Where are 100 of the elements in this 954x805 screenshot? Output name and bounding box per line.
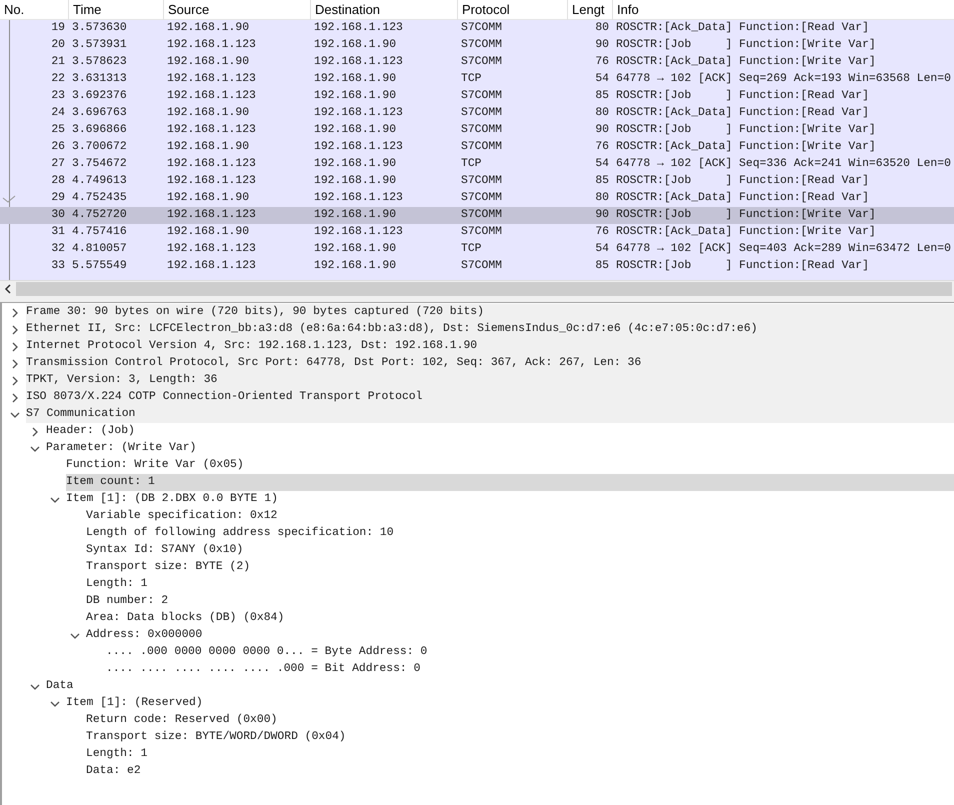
table-cell-text: 32: [50, 242, 66, 257]
tree-item[interactable]: TPKT, Version: 3, Length: 36: [26, 372, 954, 389]
tree-item[interactable]: Data: [46, 678, 954, 695]
table-cell-text: 3.573630: [71, 21, 128, 36]
packet-row[interactable]: 22 3.631313 192.168.1.123 192.168.1.90 TCP 54 64778 → 102 [ACK] Seq=269 Ack=193 Win=63568 Len=0: [0, 71, 954, 88]
tree-item[interactable]: Function: Write Var (0x05): [66, 457, 954, 474]
packet-row[interactable]: 31 4.757416 192.168.1.90 192.168.1.123 S7COMM 76 ROSCTR:[Ack_Data] Function:[Write Var]: [0, 224, 954, 241]
packet-row[interactable]: 28 4.749613 192.168.1.123 192.168.1.90 S7COMM 85 ROSCTR:[Job ] Function:[Read Var]: [0, 173, 954, 190]
tree-item[interactable]: Internet Protocol Version 4, Src: 192.168.1.123, Dst: 192.168.1.90: [26, 338, 954, 355]
tree-item[interactable]: DB number: 2: [86, 593, 954, 610]
table-cell-text: 80: [594, 191, 610, 206]
tree-item[interactable]: Area: Data blocks (DB) (0x84): [86, 610, 954, 627]
table-cell-text: 192.168.1.123: [166, 89, 257, 104]
chevron-down-icon[interactable]: [70, 630, 80, 640]
chevron-down-icon[interactable]: [50, 698, 60, 708]
table-cell-text: 192.168.1.90: [313, 259, 398, 274]
table-cell-text: 4.752435: [71, 191, 128, 206]
chevron-right-icon[interactable]: [10, 376, 20, 386]
tree-item[interactable]: .... .... .... .... .... .000 = Bit Address: 0: [106, 661, 954, 678]
table-cell-text: 192.168.1.123: [313, 225, 404, 240]
chevron-right-icon[interactable]: [30, 426, 40, 436]
table-cell-text: 28: [50, 174, 66, 189]
table-cell-text: 80: [594, 21, 610, 36]
table-cell-text: 85: [594, 89, 610, 104]
tree-item[interactable]: Transmission Control Protocol, Src Port: 64778, Dst Port: 102, Seq: 367, Ack: 267, Len: 36: [26, 355, 954, 372]
packet-row[interactable]: 29 4.752435 192.168.1.90 192.168.1.123 S7COMM 80 ROSCTR:[Ack_Data] Function:[Read Var]: [0, 190, 954, 207]
tree-item[interactable]: Length of following address specification: 10: [86, 525, 954, 542]
packet-row[interactable]: 27 3.754672 192.168.1.123 192.168.1.90 TCP 54 64778 → 102 [ACK] Seq=336 Ack=241 Win=63520 Len=0: [0, 156, 954, 173]
tree-item[interactable]: Header: (Job): [46, 423, 954, 440]
chevron-down-icon[interactable]: [10, 410, 20, 420]
table-cell-text: 85: [594, 259, 610, 274]
tree-item[interactable]: Length: 1: [86, 746, 954, 763]
chevron-down-icon[interactable]: [50, 494, 60, 504]
tree-item[interactable]: Variable specification: 0x12: [86, 508, 954, 525]
horizontal-scrollbar[interactable]: [0, 280, 954, 297]
tree-item[interactable]: Length: 1: [86, 576, 954, 593]
tree-item[interactable]: S7 Communication: [26, 406, 954, 423]
packet-row[interactable]: 33 5.575549 192.168.1.123 192.168.1.90 S7COMM 85 ROSCTR:[Job ] Function:[Read Var]: [0, 258, 954, 275]
table-cell-text: ROSCTR:[Ack_Data] Function:[Write Var]: [615, 224, 877, 240]
tree-item[interactable]: Return code: Reserved (0x00): [86, 712, 954, 729]
tree-item[interactable]: Ethernet II, Src: LCFCElectron_bb:a3:d8 (e8:6a:64:bb:a3:d8), Dst: SiemensIndus_0c:d7:e6 (4c:e7:05:0c:d7:e6): [26, 321, 954, 338]
scrollbar-thumb[interactable]: [16, 282, 952, 296]
packet-row[interactable]: 26 3.700672 192.168.1.90 192.168.1.123 S7COMM 76 ROSCTR:[Ack_Data] Function:[Write Var]: [0, 139, 954, 156]
table-cell-text: 192.168.1.90: [313, 123, 398, 138]
table-cell-text: S7COMM: [460, 123, 504, 138]
packet-row[interactable]: 30 4.752720 192.168.1.123 192.168.1.90 S7COMM 90 ROSCTR:[Job ] Function:[Write Var]: [0, 207, 954, 224]
tree-item[interactable]: Data: e2: [86, 763, 954, 780]
table-cell-text: 3.578623: [71, 55, 128, 70]
chevron-down-icon[interactable]: [30, 682, 40, 692]
chevron-down-icon[interactable]: [30, 444, 40, 454]
table-cell-text: 20: [50, 38, 66, 53]
packet-row[interactable]: 32 4.810057 192.168.1.123 192.168.1.90 TCP 54 64778 → 102 [ACK] Seq=403 Ack=289 Win=63472 Len=0: [0, 241, 954, 258]
tree-item[interactable]: Address: 0x000000: [86, 627, 954, 644]
table-cell-text: S7COMM: [460, 106, 504, 121]
table-cell-text: 76: [594, 140, 610, 155]
chevron-right-icon[interactable]: [10, 308, 20, 318]
table-cell-text: TCP: [460, 72, 483, 87]
table-cell-text: TCP: [460, 242, 483, 257]
table-cell-text: ROSCTR:[Ack_Data] Function:[Write Var]: [615, 54, 877, 70]
packet-row[interactable]: 21 3.578623 192.168.1.90 192.168.1.123 S7COMM 76 ROSCTR:[Ack_Data] Function:[Write Var]: [0, 54, 954, 71]
packet-row[interactable]: 20 3.573931 192.168.1.123 192.168.1.90 S7COMM 90 ROSCTR:[Job ] Function:[Write Var]: [0, 37, 954, 54]
packet-row[interactable]: 25 3.696866 192.168.1.123 192.168.1.90 S7COMM 90 ROSCTR:[Job ] Function:[Write Var]: [0, 122, 954, 139]
table-cell-text: 192.168.1.90: [166, 191, 250, 206]
table-cell-text: 22: [50, 72, 66, 87]
table-cell-text: S7COMM: [460, 140, 504, 155]
table-cell-text: 192.168.1.90: [166, 225, 250, 240]
tree-item[interactable]: Item [1]: (Reserved): [66, 695, 954, 712]
table-cell-text: 192.168.1.123: [313, 140, 404, 155]
tree-item[interactable]: Transport size: BYTE (2): [86, 559, 954, 576]
table-cell-text: ROSCTR:[Job ] Function:[Read Var]: [615, 174, 870, 189]
tree-item[interactable]: .... .000 0000 0000 0000 0... = Byte Address: 0: [106, 644, 954, 661]
tree-item[interactable]: Item [1]: (DB 2.DBX 0.0 BYTE 1): [66, 491, 954, 508]
table-cell-text: ROSCTR:[Job ] Function:[Read Var]: [615, 258, 870, 274]
table-cell-text: 64778 → 102 [ACK] Seq=403 Ack=289 Win=63472 Len=0: [615, 242, 952, 257]
tree-item[interactable]: Transport size: BYTE/WORD/DWORD (0x04): [86, 729, 954, 746]
table-cell-text: 192.168.1.90: [166, 140, 250, 155]
tree-item[interactable]: Parameter: (Write Var): [46, 440, 954, 457]
chevron-right-icon[interactable]: [10, 324, 20, 334]
tree-item[interactable]: Syntax Id: S7ANY (0x10): [86, 542, 954, 559]
tree-item[interactable]: Frame 30: 90 bytes on wire (720 bits), 90 bytes captured (720 bits): [26, 304, 954, 321]
table-cell-text: 26: [50, 140, 66, 155]
table-cell-text: 192.168.1.90: [313, 208, 398, 223]
table-cell-text: S7COMM: [460, 174, 504, 189]
table-cell-text: 54: [594, 157, 610, 172]
table-cell-text: 85: [594, 174, 610, 189]
tree-item[interactable]: ISO 8073/X.224 COTP Connection-Oriented Transport Protocol: [26, 389, 954, 406]
table-cell-text: 192.168.1.123: [313, 55, 404, 70]
table-cell-text: 3.700672: [71, 140, 128, 155]
tree-item[interactable]: Item count: 1: [66, 474, 954, 491]
table-cell-text: 192.168.1.123: [313, 21, 404, 36]
chevron-right-icon[interactable]: [10, 358, 20, 368]
table-cell-text: 90: [594, 123, 610, 138]
column-header[interactable]: No.: [0, 0, 68, 20]
table-cell-text: ROSCTR:[Job ] Function:[Write Var]: [615, 122, 877, 138]
chevron-right-icon[interactable]: [10, 342, 20, 352]
table-cell-text: 19: [50, 21, 66, 36]
packet-row[interactable]: 19 3.573630 192.168.1.90 192.168.1.123 S7COMM 80 ROSCTR:[Ack_Data] Function:[Read Var]: [0, 20, 954, 37]
packet-row[interactable]: 23 3.692376 192.168.1.123 192.168.1.90 S7COMM 85 ROSCTR:[Job ] Function:[Read Var]: [0, 88, 954, 105]
packet-row[interactable]: 24 3.696763 192.168.1.90 192.168.1.123 S7COMM 80 ROSCTR:[Ack_Data] Function:[Read Var]: [0, 105, 954, 122]
chevron-right-icon[interactable]: [10, 392, 20, 402]
